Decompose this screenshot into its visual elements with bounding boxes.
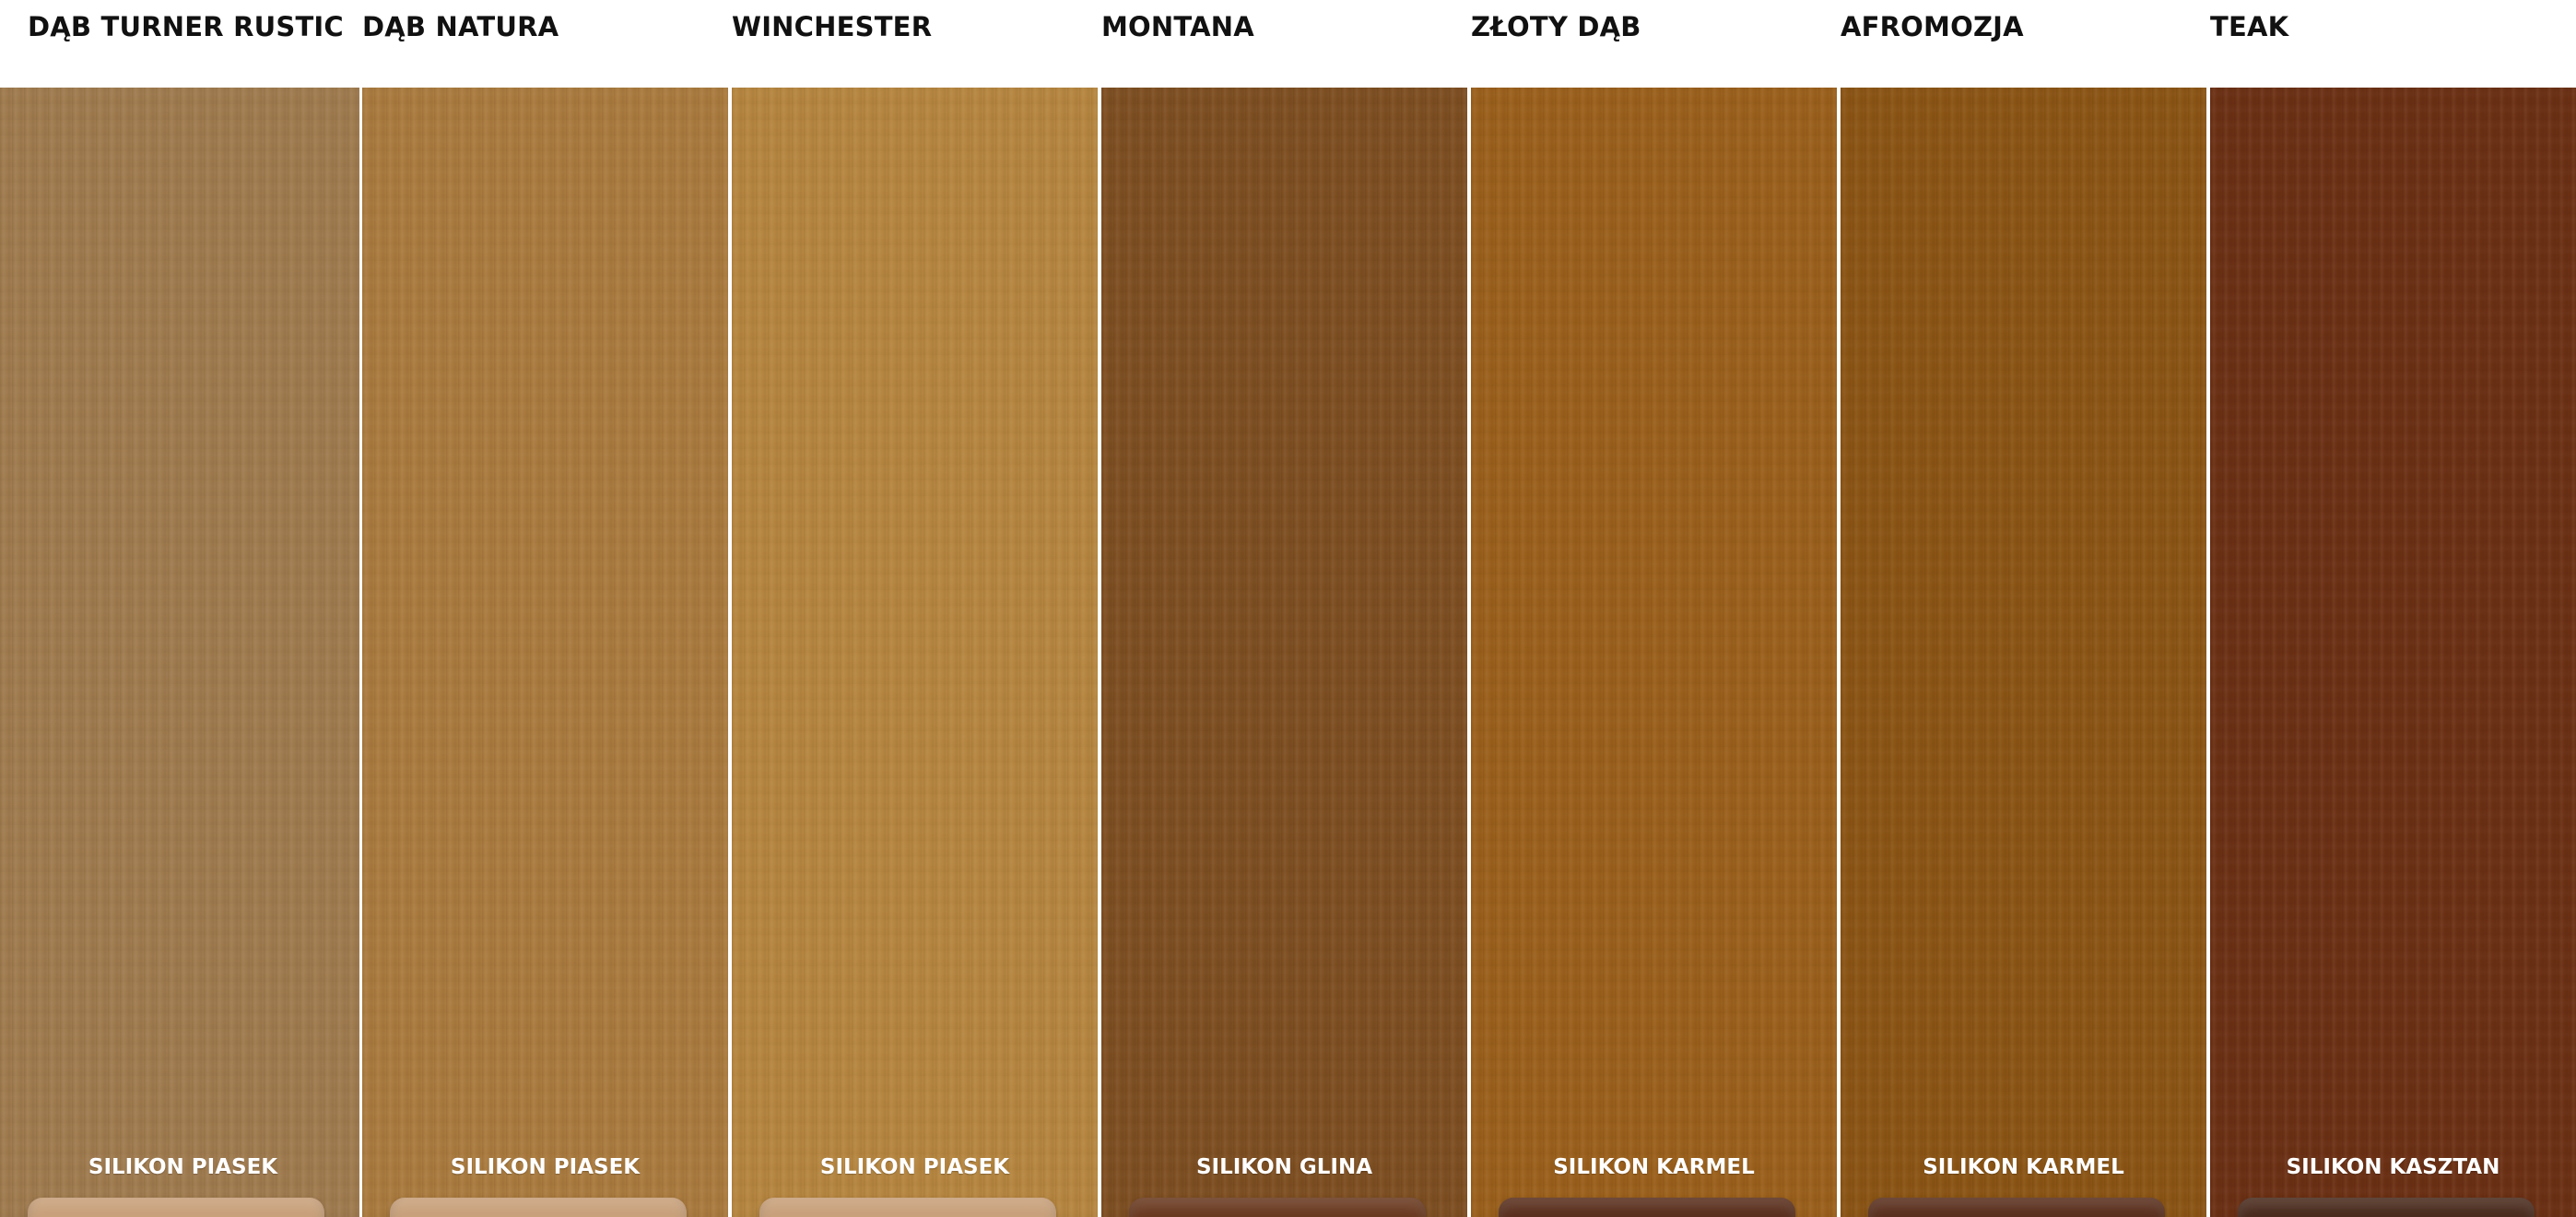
silicone-label: SILIKON PIASEK bbox=[88, 1155, 278, 1179]
swatch-title: TEAK bbox=[2210, 11, 2289, 42]
silicone-sample bbox=[390, 1198, 687, 1217]
swatch-title: DĄB TURNER RUSTIC bbox=[28, 11, 344, 42]
swatch-divider bbox=[1838, 88, 1841, 1217]
wood-color-swatches: DĄB TURNER RUSTIC SILIKON PIASEK DĄB NAT… bbox=[0, 0, 2576, 1217]
silicone-sample bbox=[1499, 1198, 1795, 1217]
wood-texture: SILIKON PIASEK bbox=[0, 88, 366, 1217]
swatch-divider bbox=[359, 88, 362, 1217]
swatch-title: DĄB NATURA bbox=[362, 11, 559, 42]
wood-texture: SILIKON KARMEL bbox=[1471, 88, 1837, 1217]
swatch-title: ZŁOTY DĄB bbox=[1471, 11, 1641, 42]
wood-texture: SILIKON KARMEL bbox=[1841, 88, 2206, 1217]
swatch-montana: MONTANA SILIKON GLINA bbox=[1101, 0, 1467, 1217]
swatch-dab-turner-rustic: DĄB TURNER RUSTIC SILIKON PIASEK bbox=[0, 0, 366, 1217]
silicone-label: SILIKON KASZTAN bbox=[2286, 1155, 2500, 1179]
silicone-sample bbox=[28, 1198, 324, 1217]
swatch-title: AFROMOZJA bbox=[1841, 11, 2024, 42]
silicone-label: SILIKON KARMEL bbox=[1923, 1155, 2124, 1179]
silicone-label: SILIKON PIASEK bbox=[819, 1155, 1010, 1179]
swatch-teak: TEAK SILIKON KASZTAN bbox=[2210, 0, 2576, 1217]
swatch-title: MONTANA bbox=[1101, 11, 1254, 42]
swatch-divider bbox=[729, 88, 732, 1217]
silicone-sample bbox=[2238, 1198, 2535, 1217]
silicone-sample bbox=[1129, 1198, 1426, 1217]
swatch-divider bbox=[1468, 88, 1471, 1217]
wood-texture: SILIKON GLINA bbox=[1101, 88, 1467, 1217]
swatch-afromozja: AFROMOZJA SILIKON KARMEL bbox=[1841, 0, 2206, 1217]
swatch-title: WINCHESTER bbox=[732, 11, 933, 42]
swatch-zloty-dab: ZŁOTY DĄB SILIKON KARMEL bbox=[1471, 0, 1837, 1217]
silicone-sample bbox=[759, 1198, 1056, 1217]
swatch-divider bbox=[1099, 88, 1101, 1217]
silicone-sample bbox=[1868, 1198, 2165, 1217]
swatch-winchester: WINCHESTER SILIKON PIASEK bbox=[732, 0, 1098, 1217]
swatch-divider bbox=[2207, 88, 2210, 1217]
swatch-dab-natura: DĄB NATURA SILIKON PIASEK bbox=[362, 0, 728, 1217]
silicone-label: SILIKON GLINA bbox=[1195, 1155, 1373, 1179]
wood-texture: SILIKON PIASEK bbox=[732, 88, 1098, 1217]
silicone-label: SILIKON PIASEK bbox=[450, 1155, 641, 1179]
wood-texture: SILIKON PIASEK bbox=[362, 88, 728, 1217]
wood-texture: SILIKON KASZTAN bbox=[2210, 88, 2576, 1217]
silicone-label: SILIKON KARMEL bbox=[1553, 1155, 1755, 1179]
